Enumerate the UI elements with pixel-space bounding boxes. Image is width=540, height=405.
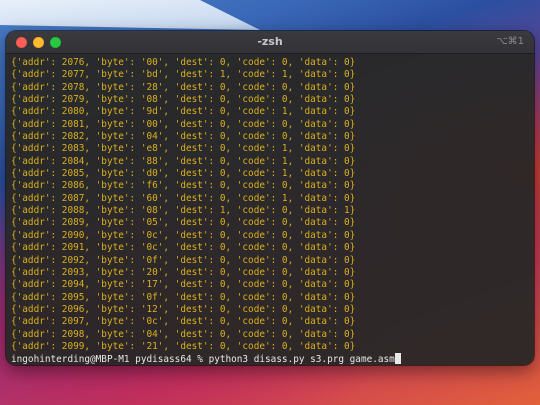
window-title: -zsh (257, 35, 283, 48)
output-line: {'addr': 2078, 'byte': '28', 'dest': 0, … (11, 81, 356, 93)
title-bar[interactable]: -zsh ⌥⌘1 (6, 31, 534, 54)
window-shortcut-label: ⌥⌘1 (496, 36, 524, 47)
output-line: {'addr': 2091, 'byte': '0c', 'dest': 0, … (11, 242, 356, 254)
terminal-output-area[interactable]: {'addr': 2076, 'byte': '00', 'dest': 0, … (6, 54, 534, 365)
output-line: {'addr': 2098, 'byte': '04', 'dest': 0, … (11, 328, 356, 340)
output-line: {'addr': 2088, 'byte': '08', 'dest': 1, … (11, 205, 356, 217)
output-line: {'addr': 2084, 'byte': '88', 'dest': 0, … (11, 155, 356, 167)
output-line: {'addr': 2097, 'byte': '0c', 'dest': 0, … (11, 316, 356, 328)
command-prompt-line[interactable]: ingohinterding@MBP-M1 pydisass64 % pytho… (11, 353, 534, 365)
output-line: {'addr': 2096, 'byte': '12', 'dest': 0, … (11, 303, 356, 315)
output-line: {'addr': 2079, 'byte': '08', 'dest': 0, … (11, 94, 356, 106)
output-line: {'addr': 2083, 'byte': 'e8', 'dest': 0, … (11, 143, 356, 155)
output-line: {'addr': 2090, 'byte': '0c', 'dest': 0, … (11, 229, 356, 241)
shell-prompt: ingohinterding@MBP-M1 pydisass64 % (11, 354, 209, 365)
command-input[interactable]: python3 disass.py s3.prg game.asm (209, 354, 395, 365)
output-line: {'addr': 2085, 'byte': 'd0', 'dest': 0, … (11, 168, 356, 180)
output-line: {'addr': 2077, 'byte': 'bd', 'dest': 1, … (11, 69, 356, 81)
output-line: {'addr': 2081, 'byte': '00', 'dest': 0, … (11, 118, 356, 130)
output-line: {'addr': 2094, 'byte': '17', 'dest': 0, … (11, 279, 356, 291)
output-line: {'addr': 2089, 'byte': '05', 'dest': 0, … (11, 217, 356, 229)
output-line: {'addr': 2082, 'byte': '04', 'dest': 0, … (11, 131, 356, 143)
output-line: {'addr': 2076, 'byte': '00', 'dest': 0, … (11, 57, 356, 68)
text-cursor (394, 353, 401, 365)
output-line: {'addr': 2080, 'byte': '9d', 'dest': 0, … (11, 106, 356, 118)
output-line: {'addr': 2099, 'byte': '21', 'dest': 0, … (11, 340, 356, 352)
output-line: {'addr': 2093, 'byte': '20', 'dest': 0, … (11, 266, 356, 278)
output-line: {'addr': 2095, 'byte': '0f', 'dest': 0, … (11, 291, 356, 303)
output-line: {'addr': 2087, 'byte': '60', 'dest': 0, … (11, 192, 356, 204)
output-line: {'addr': 2086, 'byte': 'f6', 'dest': 0, … (11, 180, 356, 192)
terminal-window[interactable]: -zsh ⌥⌘1 {'addr': 2076, 'byte': '00', 'd… (6, 31, 534, 365)
output-line: {'addr': 2092, 'byte': '0f', 'dest': 0, … (11, 254, 356, 266)
